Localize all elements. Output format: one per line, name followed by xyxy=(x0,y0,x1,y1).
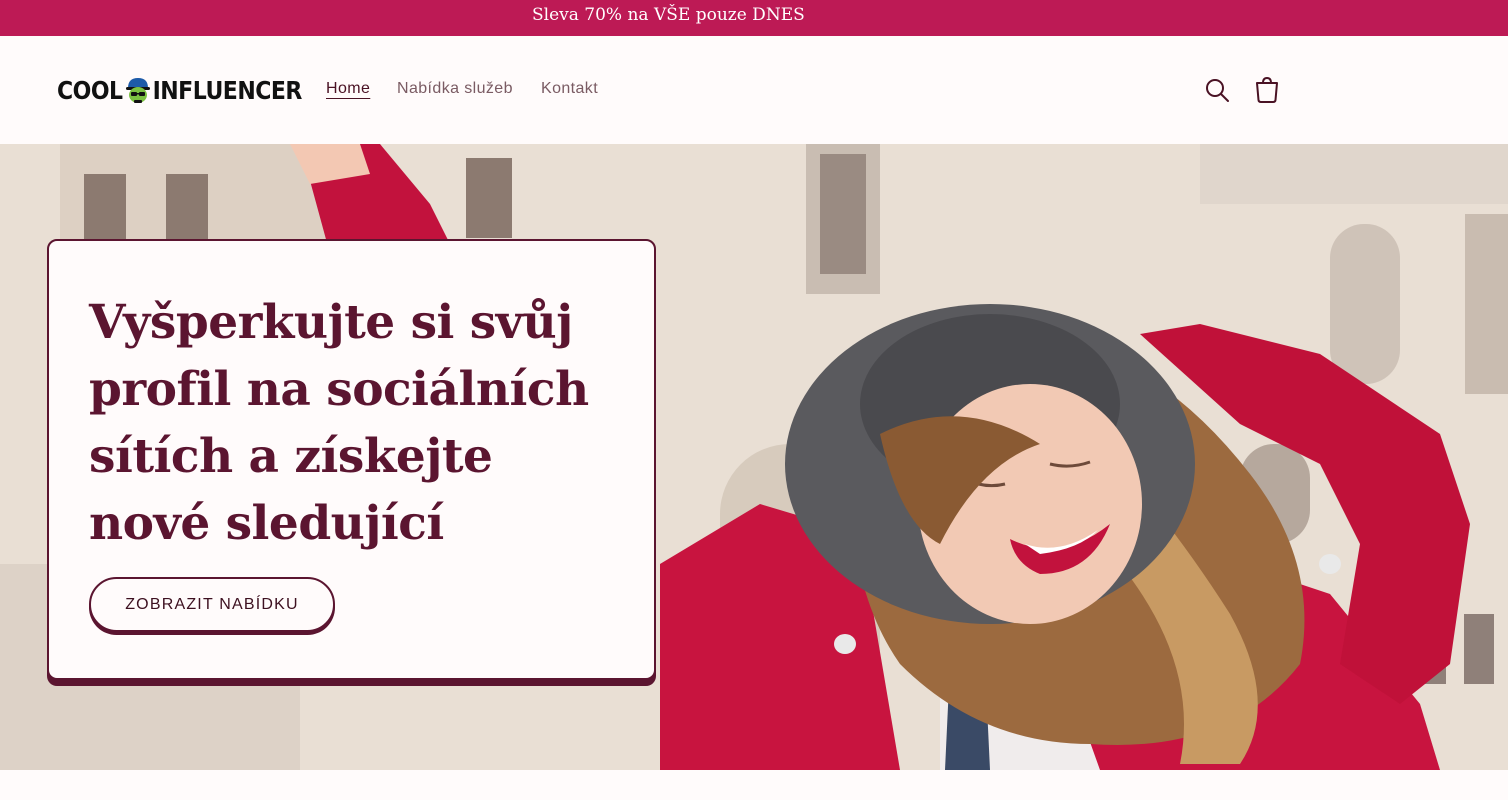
hero-card: Vyšperkujte si svůj profil na sociálních… xyxy=(47,239,656,680)
announcement-bar: Sleva 70% na VŠE pouze DNES xyxy=(0,0,1508,36)
hero-title: Vyšperkujte si svůj profil na sociálních… xyxy=(89,295,589,551)
announcement-text: Sleva 70% na VŠE pouze DNES xyxy=(532,5,805,25)
show-offer-button[interactable]: ZOBRAZIT NABÍDKU xyxy=(89,577,335,632)
cart-icon[interactable] xyxy=(1253,76,1281,104)
logo-text-left: COOL xyxy=(57,77,123,105)
skull-mascot-icon xyxy=(125,78,150,103)
page-bottom-strip xyxy=(0,770,1508,800)
search-icon[interactable] xyxy=(1203,76,1231,104)
nav-link-contact[interactable]: Kontakt xyxy=(541,80,598,98)
nav-link-services[interactable]: Nabídka služeb xyxy=(397,80,513,98)
site-header: COOL INFLUENCER Home Nabídka služeb Kont… xyxy=(0,36,1508,144)
logo-text-right: INFLUENCER xyxy=(152,77,303,105)
logo[interactable]: COOL INFLUENCER xyxy=(57,74,302,108)
nav-link-home[interactable]: Home xyxy=(326,80,370,98)
